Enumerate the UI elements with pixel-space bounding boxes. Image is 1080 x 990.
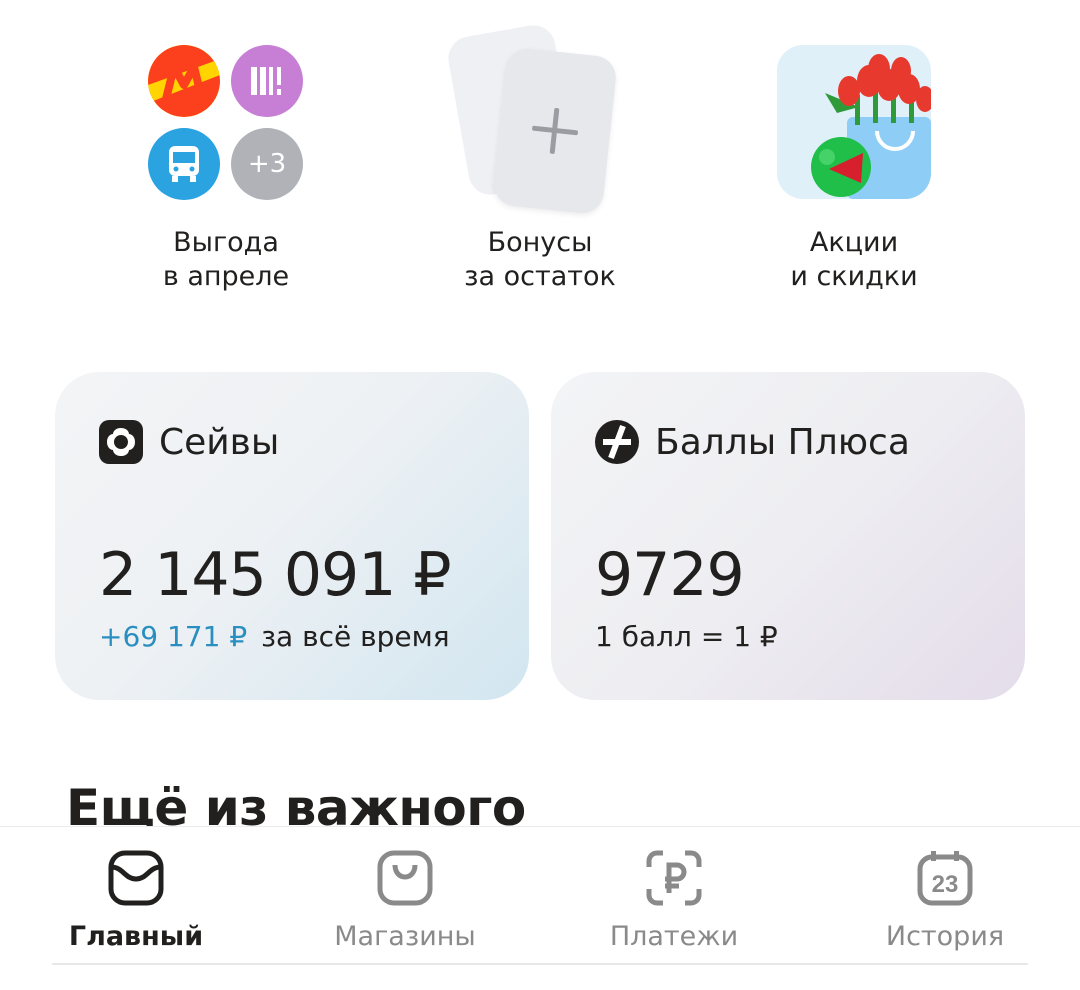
quick-action-label: Бонусы за остаток bbox=[360, 226, 720, 294]
quick-action-promotions[interactable]: Акции и скидки bbox=[674, 0, 1034, 320]
saves-icon bbox=[99, 420, 143, 464]
plus-icon bbox=[532, 108, 578, 154]
saves-card-title: Сейвы bbox=[159, 421, 280, 463]
tab-label: Магазины bbox=[334, 921, 476, 952]
plus-points-value: 9729 bbox=[595, 540, 745, 610]
tulips-bag-illustration bbox=[777, 45, 931, 199]
plus-points-rate: 1 балл = 1 ₽ bbox=[595, 620, 778, 653]
saves-card-header: Сейвы bbox=[99, 420, 279, 464]
tab-label: Платежи bbox=[609, 921, 739, 952]
calendar-day-number: 23 bbox=[932, 871, 959, 898]
tab-payments[interactable]: Платежи bbox=[574, 849, 774, 952]
label-line-2: и скидки bbox=[790, 261, 918, 292]
bottom-tab-bar: Главный Магазины Платежи 23 История bbox=[0, 826, 1080, 990]
ruble-scan-icon bbox=[646, 850, 702, 906]
plus-card-title: Баллы Плюса bbox=[655, 421, 910, 463]
shopping-bag-icon bbox=[377, 850, 433, 906]
quick-action-bonuses[interactable]: Бонусы за остаток bbox=[360, 0, 720, 320]
tab-main[interactable]: Главный bbox=[36, 849, 236, 952]
saves-card[interactable]: Сейвы 2 145 091 ₽ +69 171 ₽ за всё время bbox=[55, 372, 529, 700]
book-icon bbox=[231, 45, 303, 117]
quick-action-label: Выгода в апреле bbox=[46, 226, 406, 294]
label-line-2: за остаток bbox=[464, 261, 616, 292]
label-line-1: Акции bbox=[809, 227, 899, 258]
tab-bar-divider bbox=[52, 963, 1028, 965]
label-line-1: Бонусы bbox=[487, 227, 593, 258]
more-services-badge: +3 bbox=[231, 128, 303, 200]
label-line-2: в апреле bbox=[162, 261, 290, 292]
tab-shops[interactable]: Магазины bbox=[305, 849, 505, 952]
calendar-icon: 23 bbox=[917, 851, 973, 906]
tab-history[interactable]: 23 История bbox=[845, 849, 1045, 952]
label-line-1: Выгода bbox=[173, 227, 279, 258]
quick-action-label: Акции и скидки bbox=[674, 226, 1034, 294]
market-logo-icon bbox=[148, 45, 220, 117]
saves-amount: 2 145 091 ₽ bbox=[99, 540, 452, 610]
bus-icon bbox=[148, 128, 220, 200]
quick-action-benefits[interactable]: +3 Выгода в апреле bbox=[46, 0, 406, 320]
plus-logo-icon bbox=[595, 420, 639, 464]
saves-delta-caption: за всё время bbox=[261, 620, 450, 653]
saves-delta-row: +69 171 ₽ за всё время bbox=[99, 620, 450, 654]
saves-delta: +69 171 ₽ bbox=[99, 620, 248, 653]
card-front-illustration bbox=[492, 46, 618, 216]
tab-label: Главный bbox=[68, 921, 204, 952]
wallet-icon bbox=[108, 850, 164, 906]
tab-label: История bbox=[885, 921, 1005, 952]
plus-points-card[interactable]: Баллы Плюса 9729 1 балл = 1 ₽ bbox=[551, 372, 1025, 700]
plus-card-header: Баллы Плюса bbox=[595, 420, 910, 464]
